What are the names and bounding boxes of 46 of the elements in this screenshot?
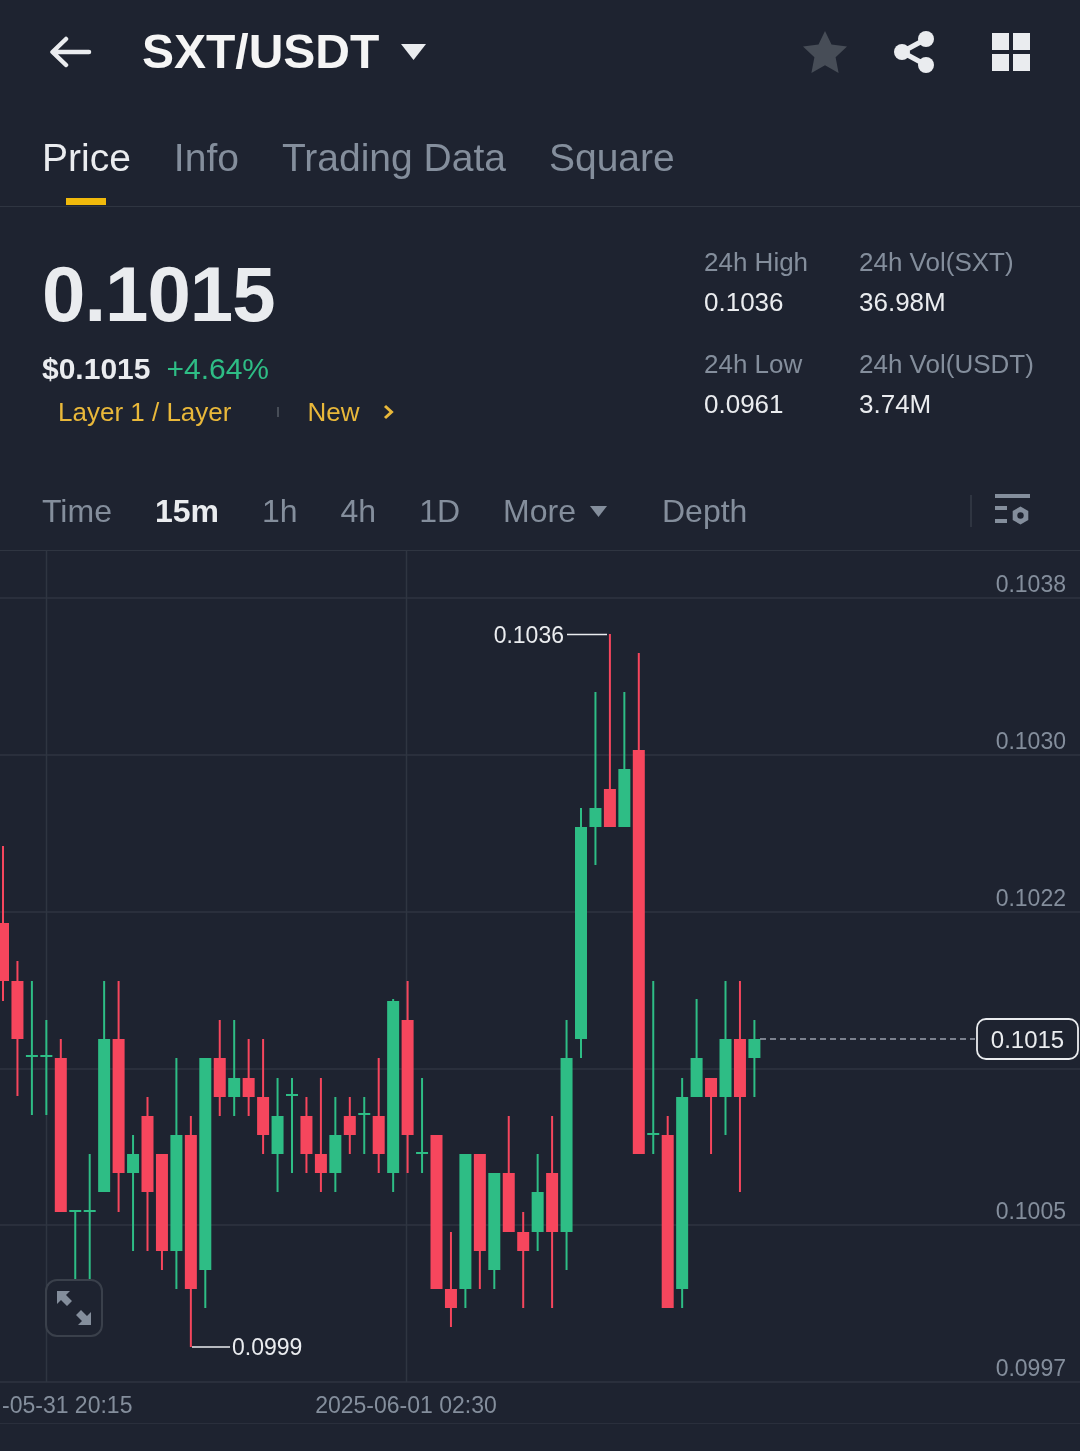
caret-icon xyxy=(589,505,607,517)
tab[interactable]: Square xyxy=(548,135,675,206)
price-axis-label: 0.0997 xyxy=(995,1355,1066,1381)
tab[interactable]: Trading Data xyxy=(281,135,506,206)
price-axis-label: 0.1005 xyxy=(995,1198,1066,1224)
stat-label: 24h Vol(USDT) xyxy=(859,348,1035,381)
tag-link[interactable]: New xyxy=(307,395,395,429)
chart-tab[interactable]: 1D xyxy=(419,492,461,530)
stat-value: 0.1036 xyxy=(704,286,785,319)
tab[interactable]: Price xyxy=(42,135,131,206)
time-axis-label: -05-31 20:15 xyxy=(2,1392,133,1418)
chart-tab[interactable]: 1h xyxy=(261,492,298,530)
caret-icon xyxy=(401,44,427,60)
stat-value: 3.74M xyxy=(859,388,933,421)
price-axis-label: 0.1022 xyxy=(995,885,1066,911)
high-price-label: 0.1036 xyxy=(493,622,564,648)
usd-price: $0.1015 xyxy=(42,351,151,387)
star-icon[interactable] xyxy=(803,31,847,73)
chart-tab[interactable]: Depth xyxy=(661,492,748,530)
stat-label: 24h High xyxy=(704,246,810,279)
grid-icon[interactable] xyxy=(992,33,1030,71)
leader-line xyxy=(191,1346,231,1348)
chart-tab[interactable]: 4h xyxy=(340,492,377,530)
chart-tab[interactable]: Time xyxy=(42,492,112,530)
last-price-label: 0.1015 xyxy=(976,1018,1079,1060)
pair-selector[interactable]: SXT/USDT xyxy=(142,28,427,76)
price-change: +4.64% xyxy=(166,351,270,387)
price-axis-label: 0.1038 xyxy=(995,571,1066,597)
stat-value: 36.98M xyxy=(859,286,947,319)
stat-label: 24h Vol(SXT) xyxy=(859,246,1015,279)
stat-label: 24h Low xyxy=(704,348,804,381)
leader-line xyxy=(566,633,608,636)
back-arrow-icon[interactable] xyxy=(48,36,92,68)
tab[interactable]: Info xyxy=(173,135,239,206)
share-icon[interactable] xyxy=(893,31,935,73)
chart-tab[interactable]: 15m xyxy=(154,492,219,530)
low-price-label: 0.0999 xyxy=(232,1334,303,1360)
stat-value: 0.0961 xyxy=(704,388,785,421)
price-axis-label: 0.1030 xyxy=(995,728,1066,754)
expand-icon xyxy=(56,1290,92,1326)
chevron-right-icon xyxy=(383,404,395,420)
last-price: 0.1015 xyxy=(42,255,276,333)
time-axis-label: 2025-06-01 02:30 xyxy=(315,1392,497,1418)
expand-button[interactable] xyxy=(45,1279,103,1337)
chart-tab[interactable]: More xyxy=(503,492,607,530)
tag-link[interactable]: Layer 1 / Layer xyxy=(58,395,232,429)
